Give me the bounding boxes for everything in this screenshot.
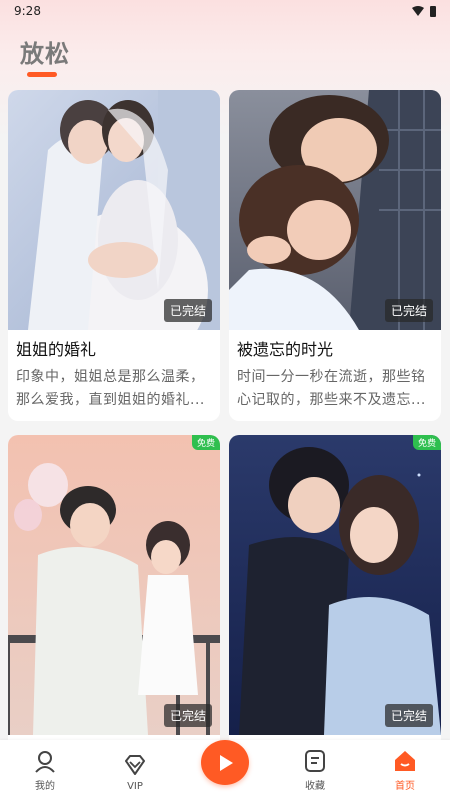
free-badge: 免费: [412, 435, 441, 450]
wifi-icon: [412, 6, 424, 16]
nav-label: 首页: [395, 781, 415, 792]
free-badge: 免费: [191, 435, 220, 450]
story-cover-image[interactable]: 已完结: [8, 90, 220, 330]
nav-item-favorites[interactable]: 收藏: [270, 740, 360, 800]
story-cover-image[interactable]: 已完结 免费: [8, 435, 220, 735]
nav-label: 收藏: [305, 781, 325, 792]
nav-item-vip[interactable]: VIP: [90, 740, 180, 800]
bookmark-list-icon: [305, 750, 325, 772]
nav-item-play[interactable]: [180, 740, 270, 800]
page-title: 放松: [20, 40, 70, 68]
person-icon: [35, 751, 55, 773]
story-description: 时间一分一秒在流逝，那些铭心记取的，那些来不及遗忘...: [237, 369, 426, 408]
status-tag: 已完结: [384, 299, 433, 322]
status-time: 9:28: [14, 4, 41, 18]
status-bar: 9:28: [0, 0, 450, 22]
story-card[interactable]: 已完结 免费: [8, 435, 220, 740]
nav-item-profile[interactable]: 我的: [0, 740, 90, 800]
story-description: 印象中，姐姐总是那么温柔，那么爱我，直到姐姐的婚礼...: [16, 369, 205, 408]
nav-label: 我的: [35, 781, 55, 792]
vip-diamond-icon: [125, 755, 145, 775]
nav-item-home[interactable]: 首页: [360, 740, 450, 800]
status-tag: 已完结: [163, 299, 212, 322]
title-underline: [27, 72, 57, 77]
story-cover-image[interactable]: 已完结 免费: [229, 435, 441, 735]
play-icon: [220, 754, 233, 771]
bottom-nav: 我的 VIP 收藏 首页: [0, 740, 450, 800]
story-cover-image[interactable]: 已完结: [229, 90, 441, 330]
status-tag: 已完结: [163, 704, 212, 727]
battery-icon: [430, 5, 436, 17]
home-icon: [395, 751, 415, 771]
story-grid: 已完结 姐姐的婚礼 印象中，姐姐总是那么温柔，那么爱我，直到姐姐的婚礼... 已…: [8, 90, 442, 740]
story-card[interactable]: 已完结 姐姐的婚礼 印象中，姐姐总是那么温柔，那么爱我，直到姐姐的婚礼...: [8, 90, 220, 421]
story-title[interactable]: 姐姐的婚礼: [8, 330, 220, 366]
status-tag: 已完结: [384, 704, 433, 727]
story-card[interactable]: 已完结 免费: [229, 435, 441, 740]
nav-label: VIP: [127, 781, 143, 792]
status-icons: [412, 5, 436, 17]
play-button[interactable]: [201, 740, 249, 785]
story-title[interactable]: 被遗忘的时光: [229, 330, 441, 366]
story-card[interactable]: 已完结 被遗忘的时光 时间一分一秒在流逝，那些铭心记取的，那些来不及遗忘...: [229, 90, 441, 421]
